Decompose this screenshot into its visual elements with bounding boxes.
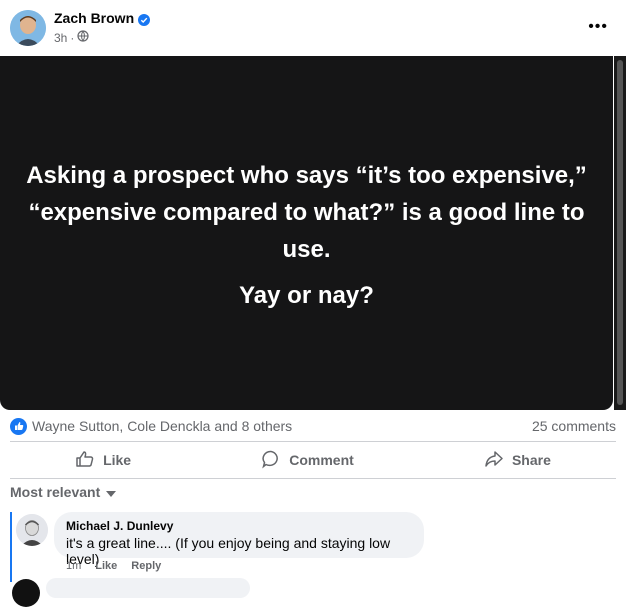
scrollbar-thumb[interactable] xyxy=(617,60,623,405)
share-button-label: Share xyxy=(511,452,551,468)
comment-reply-button[interactable]: Reply xyxy=(131,560,161,572)
post-text-question: Yay or nay? xyxy=(239,281,374,309)
like-button[interactable]: Like xyxy=(35,443,171,478)
comments-count[interactable]: 25 comments xyxy=(532,418,616,434)
post-image[interactable]: Asking a prospect who says “it’s too exp… xyxy=(0,56,613,410)
comment-icon xyxy=(261,449,281,472)
share-icon xyxy=(484,449,504,472)
comment-button[interactable]: Comment xyxy=(221,443,394,478)
comment-bubble: Michael J. Dunlevy it's a great line....… xyxy=(54,512,424,567)
author-name[interactable]: Zach Brown xyxy=(54,10,151,27)
comment-like-button[interactable]: Like xyxy=(95,560,117,572)
like-button-label: Like xyxy=(103,452,132,468)
divider xyxy=(10,478,616,479)
reactions-summary[interactable]: Wayne Sutton, Cole Denckla and 8 others xyxy=(32,418,292,434)
post-time[interactable]: 3h xyxy=(54,31,67,45)
comment-actions: 1m Like Reply xyxy=(66,560,161,572)
post-meta: 3h · xyxy=(54,30,89,45)
post-header: Zach Brown 3h · ••• xyxy=(0,0,626,56)
like-reaction-icon xyxy=(10,417,27,435)
globe-icon xyxy=(77,30,89,45)
more-icon[interactable]: ••• xyxy=(588,18,608,36)
reactions-row: Wayne Sutton, Cole Denckla and 8 others … xyxy=(10,416,616,436)
verified-icon xyxy=(138,13,151,26)
next-comment-bubble xyxy=(46,578,250,598)
post-text-main: Asking a prospect who says “it’s too exp… xyxy=(26,161,587,263)
author-name-text[interactable]: Zach Brown xyxy=(54,10,134,27)
author-avatar[interactable] xyxy=(10,10,46,46)
comment-highlight-bar xyxy=(10,512,12,582)
share-button[interactable]: Share xyxy=(444,443,591,478)
comment-item: Michael J. Dunlevy it's a great line....… xyxy=(10,512,616,582)
comment-button-label: Comment xyxy=(289,452,354,468)
thumbs-up-icon xyxy=(75,449,95,472)
meta-separator: · xyxy=(70,30,75,45)
sort-label: Most relevant xyxy=(10,484,101,500)
sort-dropdown[interactable]: Most relevant xyxy=(10,484,117,500)
comment-avatar[interactable] xyxy=(16,514,48,546)
chevron-down-icon xyxy=(106,484,117,500)
post-actions: Like Comment Share xyxy=(10,442,616,478)
comment-author[interactable]: Michael J. Dunlevy xyxy=(66,519,173,533)
comment-time[interactable]: 1m xyxy=(66,560,81,572)
next-comment-avatar[interactable] xyxy=(12,579,40,607)
